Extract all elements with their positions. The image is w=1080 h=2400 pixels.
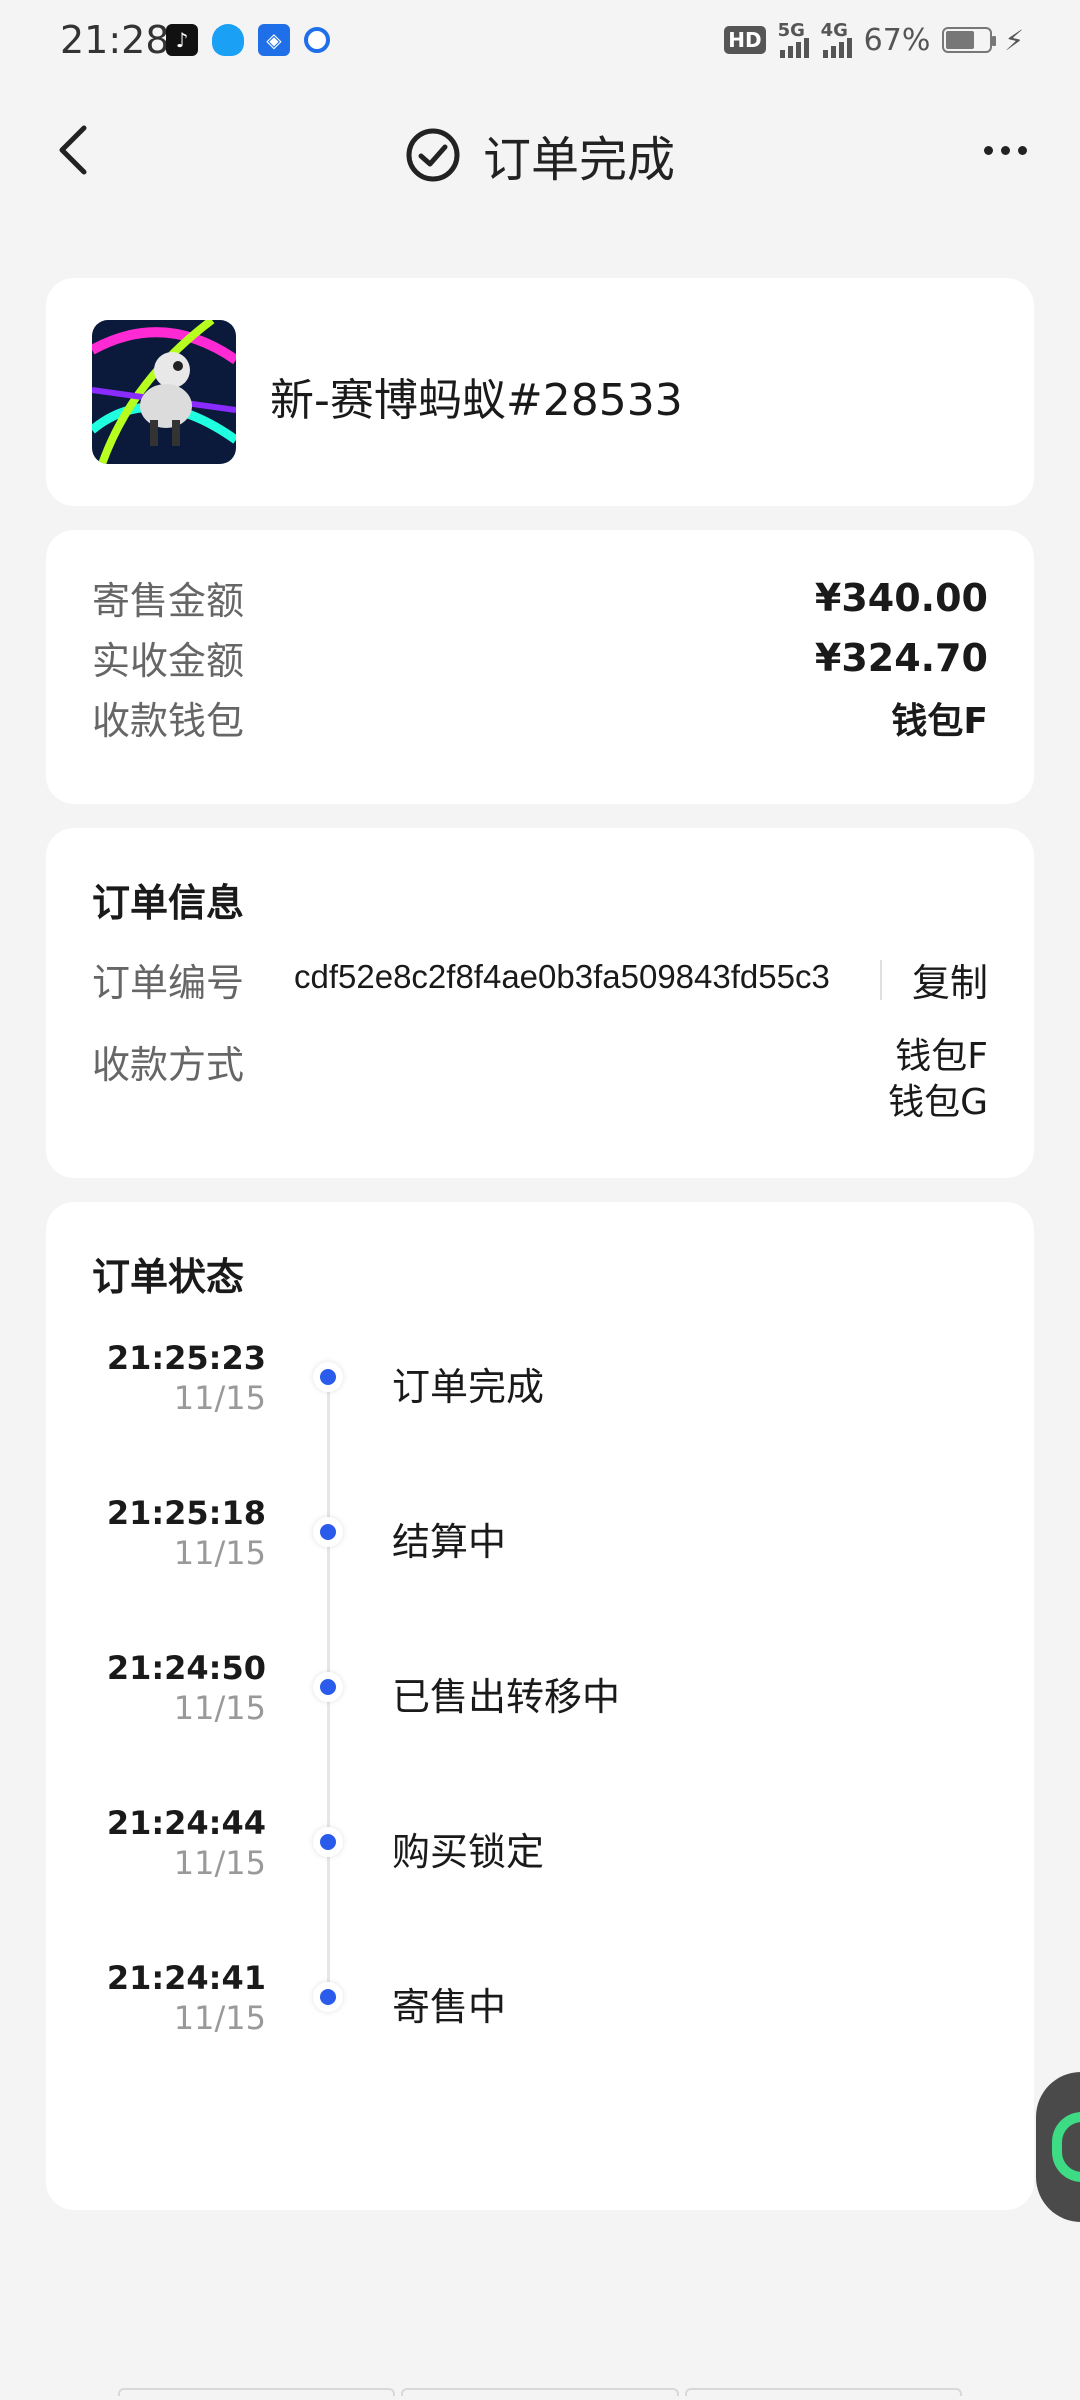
order-info-title: 订单信息 (92, 881, 245, 925)
order-no-value: cdf52e8c2f8f4ae0b3fa509843fd55c3 (294, 958, 830, 995)
pay-method-label: 收款方式 (92, 1043, 245, 1087)
timeline-date: 11/15 (173, 1999, 266, 2037)
pay-method-list: 钱包F 钱包G (888, 1034, 988, 1126)
battery-icon (942, 27, 997, 53)
received-amount-row: 实收金额 ¥324.70 (92, 630, 988, 685)
timeline-time: 21:24:44 (106, 1804, 266, 1842)
received-amount-value: ¥324.70 (814, 635, 988, 680)
timeline-date: 11/15 (173, 1689, 266, 1727)
timeline-date: 11/15 (173, 1534, 266, 1572)
timeline-time: 21:24:50 (106, 1649, 266, 1687)
hd-badge: HD (724, 26, 766, 54)
timeline-label: 已售出转移中 (392, 1675, 621, 1719)
timeline-label: 结算中 (392, 1520, 507, 1564)
timeline-label: 寄售中 (392, 1985, 507, 2029)
signal-4g-icon: 4G (821, 20, 852, 58)
charging-icon: ⚡ (1004, 23, 1024, 57)
timeline-item: 21:25:23 11/15 订单完成 (46, 1338, 1034, 1438)
copy-button[interactable]: 复制 (912, 952, 988, 1007)
amount-card: 寄售金额 ¥340.00 实收金额 ¥324.70 收款钱包 钱包F (46, 530, 1034, 804)
sale-amount-label: 寄售金额 (92, 579, 245, 623)
signal-5g-icon: 5G (778, 20, 809, 58)
timeline-time: 21:24:41 (106, 1959, 266, 1997)
battery-percent: 67% (863, 22, 931, 58)
wallet-row: 收款钱包 钱包F (92, 690, 988, 745)
status-indicators: HD 5G 4G 67% ⚡ (724, 20, 1024, 58)
timeline-label: 购买锁定 (392, 1830, 545, 1874)
page-title: 订单完成 (482, 132, 675, 188)
wallet-label: 收款钱包 (92, 699, 245, 743)
browser-icon (304, 27, 330, 53)
page-title-group: 订单完成 (0, 120, 1080, 190)
status-bar: 21:28 ♪ ◈ HD 5G 4G 67% ⚡ (0, 0, 1080, 84)
sale-amount-value: ¥340.00 (814, 575, 988, 620)
received-amount-label: 实收金额 (92, 639, 245, 683)
timeline-dot-icon (313, 1362, 343, 1392)
order-status-card: 订单状态 21:25:23 11/15 订单完成 21:25:18 11/15 … (46, 1202, 1034, 2210)
timeline-dot-icon (313, 1827, 343, 1857)
timeline-time: 21:25:18 (106, 1494, 266, 1532)
phone-icon (1052, 2112, 1080, 2182)
timeline-item: 21:24:50 11/15 已售出转移中 (46, 1648, 1034, 1748)
check-circle-icon (406, 128, 460, 182)
floating-widget[interactable] (1036, 2072, 1080, 2222)
product-thumbnail (92, 320, 236, 464)
pay-method-item: 钱包F (895, 1036, 988, 1077)
timeline-item: 21:24:44 11/15 购买锁定 (46, 1803, 1034, 1903)
nav-header: 订单完成 (0, 100, 1080, 200)
divider (880, 960, 882, 1000)
timeline-dot-icon (313, 1672, 343, 1702)
tiktok-icon: ♪ (166, 24, 198, 56)
timeline-item: 21:25:18 11/15 结算中 (46, 1493, 1034, 1593)
order-no-label: 订单编号 (92, 961, 245, 1005)
product-card[interactable]: 新-赛博蚂蚁#28533 (46, 278, 1034, 506)
timeline-date: 11/15 (173, 1379, 266, 1417)
more-horizontal-icon (983, 145, 993, 155)
product-name: 新-赛博蚂蚁#28533 (270, 375, 683, 426)
timeline-date: 11/15 (173, 1844, 266, 1882)
status-time: 21:28 (60, 18, 170, 62)
timeline-time: 21:25:23 (106, 1339, 266, 1377)
timeline-dot-icon (313, 1517, 343, 1547)
pay-method-item: 钱包G (888, 1082, 988, 1123)
sale-amount-row: 寄售金额 ¥340.00 (92, 570, 988, 625)
gesture-bar (118, 2388, 962, 2396)
order-info-card: 订单信息 订单编号 cdf52e8c2f8f4ae0b3fa509843fd55… (46, 828, 1034, 1178)
wallet-value: 钱包F (891, 700, 988, 742)
timeline-item: 21:24:41 11/15 寄售中 (46, 1958, 1034, 2058)
more-button[interactable] (970, 122, 1040, 178)
timeline-label: 订单完成 (392, 1365, 545, 1409)
status-app-icons: ♪ ◈ (166, 24, 330, 56)
order-status-title: 订单状态 (92, 1255, 245, 1299)
qq-icon (212, 24, 244, 56)
app-icon: ◈ (258, 24, 290, 56)
timeline-dot-icon (313, 1982, 343, 2012)
